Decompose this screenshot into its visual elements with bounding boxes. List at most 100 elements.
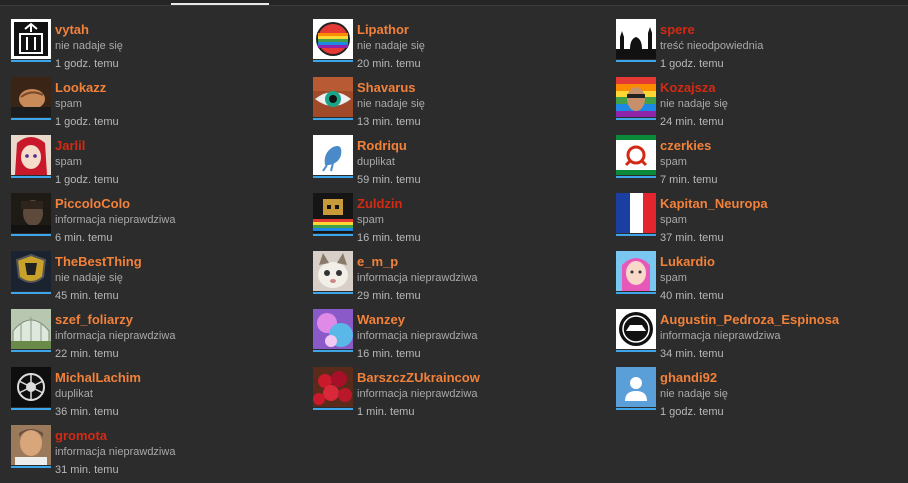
- username-link[interactable]: MichalLachim: [55, 370, 141, 385]
- report-time: 37 min. temu: [660, 232, 724, 244]
- blue-creature-icon[interactable]: [313, 135, 353, 175]
- username-link[interactable]: czerkies: [660, 138, 711, 153]
- username-link[interactable]: BarszczZUkraincow: [357, 370, 480, 385]
- report-time: 34 min. temu: [660, 348, 724, 360]
- ornament-emblem-icon[interactable]: [11, 367, 51, 407]
- fist-avatar-icon[interactable]: [11, 77, 51, 117]
- report-time: 40 min. temu: [660, 290, 724, 302]
- report-time: 59 min. temu: [357, 174, 421, 186]
- pink-character-avatar-icon[interactable]: [616, 251, 656, 291]
- report-time: 1 godz. temu: [55, 116, 119, 128]
- username-link[interactable]: e_m_p: [357, 254, 398, 269]
- avatar-status-bar: [616, 118, 656, 120]
- avatar-status-bar: [616, 60, 656, 62]
- report-time: 29 min. temu: [357, 290, 421, 302]
- report-entry: BarszczZUkraincow informacja nieprawdziwa…: [313, 367, 613, 425]
- username-link[interactable]: Jarlil: [55, 138, 85, 153]
- report-entry: Rodriqu duplikat 59 min. temu: [313, 135, 613, 193]
- french-flag-icon[interactable]: [616, 193, 656, 233]
- report-entry: ghandi92 nie nadaje się 1 godz. temu: [616, 367, 908, 425]
- report-reason: nie nadaje się: [357, 98, 425, 110]
- avatar-status-bar: [11, 118, 51, 120]
- avatar-status-bar: [313, 408, 353, 410]
- username-link[interactable]: TheBestThing: [55, 254, 142, 269]
- report-reason: informacja nieprawdziwa: [55, 330, 176, 342]
- username-link[interactable]: Augustin_Pedroza_Espinosa: [660, 312, 839, 327]
- username-link[interactable]: Lukardio: [660, 254, 715, 269]
- avatar-status-bar: [313, 176, 353, 178]
- report-time: 1 godz. temu: [55, 174, 119, 186]
- report-time: 31 min. temu: [55, 464, 119, 476]
- berries-avatar-icon[interactable]: [313, 367, 353, 407]
- report-reason: spam: [660, 214, 687, 226]
- elevator-icon[interactable]: [11, 19, 51, 59]
- report-entry: gromota informacja nieprawdziwa 31 min. te…: [11, 425, 311, 483]
- username-link[interactable]: PiccoloColo: [55, 196, 130, 211]
- username-link[interactable]: Kapitan_Neuropa: [660, 196, 768, 211]
- avatar-status-bar: [313, 118, 353, 120]
- avatar-status-bar: [11, 60, 51, 62]
- report-column-1: vytah nie nadaje się 1 godz. temu Lookazz sp…: [11, 19, 311, 483]
- avatar-status-bar: [11, 234, 51, 236]
- username-link[interactable]: ghandi92: [660, 370, 717, 385]
- report-entry: spere treść nieodpowiednia 1 godz. temu: [616, 19, 908, 77]
- report-entry: szef_foliarzy informacja nieprawdziwa 22 m…: [11, 309, 311, 367]
- report-time: 1 min. temu: [357, 406, 415, 418]
- avatar-status-bar: [616, 176, 656, 178]
- pixel-character-icon[interactable]: [313, 193, 353, 233]
- username-link[interactable]: vytah: [55, 22, 89, 37]
- circle-emblem-icon[interactable]: [616, 309, 656, 349]
- username-link[interactable]: Lipathor: [357, 22, 409, 37]
- cat-avatar-icon[interactable]: [313, 251, 353, 291]
- report-column-2: Lipathor nie nadaje się 20 min. temu Shavar…: [313, 19, 613, 425]
- report-entry: TheBestThing nie nadaje się 45 min. temu: [11, 251, 311, 309]
- eye-avatar-icon[interactable]: [313, 77, 353, 117]
- dark-portrait-avatar-icon[interactable]: [11, 193, 51, 233]
- report-entry: Kozajsza nie nadaje się 24 min. temu: [616, 77, 908, 135]
- report-entry: Shavarus nie nadaje się 13 min. temu: [313, 77, 613, 135]
- avatar-status-bar: [616, 234, 656, 236]
- username-link[interactable]: gromota: [55, 428, 107, 443]
- report-entry: Lookazz spam 1 godz. temu: [11, 77, 311, 135]
- active-tab-indicator: [171, 3, 269, 5]
- anime-girl-avatar-icon[interactable]: [11, 135, 51, 175]
- man-portrait-avatar-icon[interactable]: [11, 425, 51, 465]
- report-entry: Zuldzin spam 16 min. temu: [313, 193, 613, 251]
- report-entry: PiccoloColo informacja nieprawdziwa 6 min.…: [11, 193, 311, 251]
- report-reason: informacja nieprawdziwa: [357, 272, 478, 284]
- report-entry: czerkies spam 7 min. temu: [616, 135, 908, 193]
- report-column-3: spere treść nieodpowiednia 1 godz. temu Koz…: [616, 19, 908, 425]
- report-reason: treść nieodpowiednia: [660, 40, 764, 52]
- report-entry: Kapitan_Neuropaspam 37 min. temu: [616, 193, 908, 251]
- username-link[interactable]: szef_foliarzy: [55, 312, 133, 327]
- report-time: 24 min. temu: [660, 116, 724, 128]
- avatar-status-bar: [11, 408, 51, 410]
- skyline-silhouette-icon[interactable]: [616, 19, 656, 59]
- username-link[interactable]: Lookazz: [55, 80, 106, 95]
- report-time: 13 min. temu: [357, 116, 421, 128]
- report-time: 36 min. temu: [55, 406, 119, 418]
- rainbow-portrait-avatar-icon[interactable]: [616, 77, 656, 117]
- username-link[interactable]: Shavarus: [357, 80, 416, 95]
- report-reason: informacja nieprawdziwa: [660, 330, 781, 342]
- report-entry: Jarlil spam 1 godz. temu: [11, 135, 311, 193]
- report-reason: duplikat: [357, 156, 395, 168]
- username-link[interactable]: Wanzey: [357, 312, 405, 327]
- ingush-flag-icon[interactable]: [616, 135, 656, 175]
- username-link[interactable]: Kozajsza: [660, 80, 716, 95]
- report-reason: nie nadaje się: [660, 98, 728, 110]
- default-user-icon[interactable]: [616, 367, 656, 407]
- username-link[interactable]: Zuldzin: [357, 196, 403, 211]
- rainbow-badge-icon[interactable]: [313, 19, 353, 59]
- report-reason: informacja nieprawdziwa: [357, 330, 478, 342]
- shield-emblem-icon[interactable]: [11, 251, 51, 291]
- purple-art-avatar-icon[interactable]: [313, 309, 353, 349]
- report-reason: nie nadaje się: [55, 40, 123, 52]
- username-link[interactable]: spere: [660, 22, 695, 37]
- report-entry: Wanzey informacja nieprawdziwa 16 min. tem…: [313, 309, 613, 367]
- report-entry: Lipathor nie nadaje się 20 min. temu: [313, 19, 613, 77]
- username-link[interactable]: Rodriqu: [357, 138, 407, 153]
- greenhouse-avatar-icon[interactable]: [11, 309, 51, 349]
- report-entry: Lukardio spam 40 min. temu: [616, 251, 908, 309]
- report-reason: nie nadaje się: [357, 40, 425, 52]
